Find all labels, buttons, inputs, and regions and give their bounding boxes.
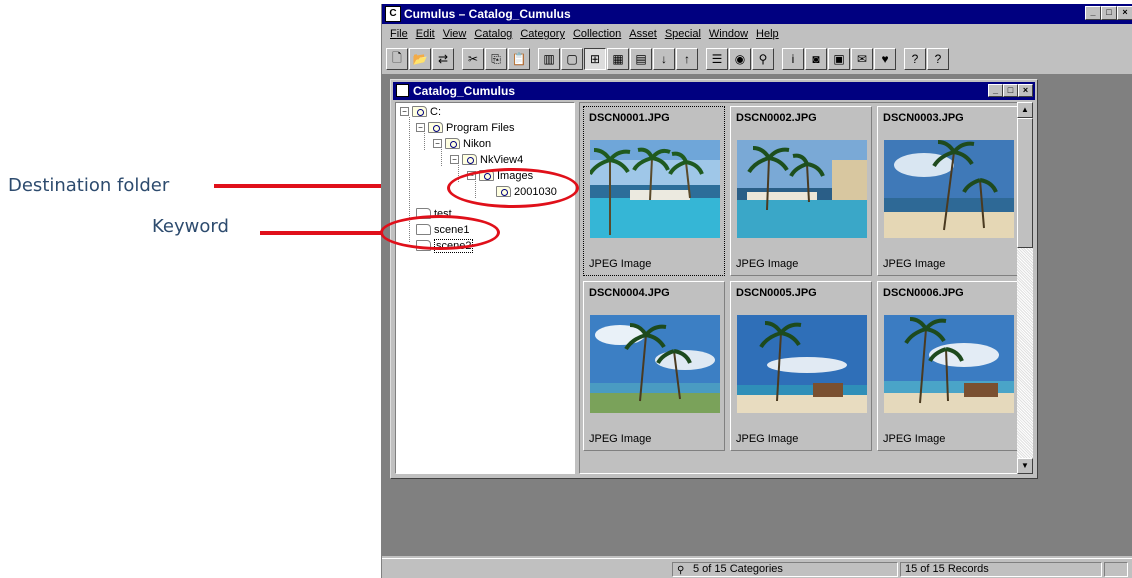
callout-keyword: Keyword — [152, 216, 229, 237]
category-folder-icon — [412, 106, 427, 117]
catalog-title-bar[interactable]: Catalog_Cumulus _ □ × — [393, 82, 1035, 100]
view-single-icon[interactable]: ▢ — [561, 48, 583, 70]
tree-node-scene1[interactable]: scene1 — [416, 222, 469, 237]
tree-node-images[interactable]: − Images — [467, 168, 533, 183]
menu-view[interactable]: View — [439, 28, 471, 40]
catalog-system-icon[interactable] — [396, 84, 409, 97]
collapse-icon[interactable]: − — [450, 155, 459, 164]
scrollbar-thumb[interactable] — [1017, 118, 1033, 248]
menu-category[interactable]: Category — [516, 28, 569, 40]
tree-node-scene2[interactable]: scene2 — [416, 238, 474, 253]
new-icon[interactable]: 🗋 — [386, 48, 408, 70]
app-minimize-button[interactable]: _ — [1085, 6, 1101, 20]
collapse-icon[interactable]: − — [400, 107, 409, 116]
catalog-title: Catalog_Cumulus — [413, 84, 516, 98]
category-folder-icon — [428, 122, 443, 133]
folder-icon — [416, 240, 431, 251]
menu-catalog[interactable]: Catalog — [470, 28, 516, 40]
view-grid-large-icon[interactable]: ▦ — [607, 48, 629, 70]
status-extra — [1104, 562, 1128, 577]
collapse-icon[interactable]: − — [416, 123, 425, 132]
tree-node-test[interactable]: test — [416, 206, 452, 221]
catalog-minimize-button[interactable]: _ — [988, 84, 1003, 97]
status-records: 15 of 15 Records — [900, 562, 1102, 577]
thumbnail-image — [590, 140, 720, 238]
menu-special[interactable]: Special — [661, 28, 705, 40]
heart-icon[interactable]: ♥ — [874, 48, 896, 70]
menu-window[interactable]: Window — [705, 28, 752, 40]
thumbnail-item[interactable]: DSCN0005.JPG JPEG Image — [730, 281, 872, 451]
cumulus-app-window: C Cumulus – Catalog_Cumulus _ □ × File E… — [381, 4, 1132, 578]
catalog-maximize-button[interactable]: □ — [1003, 84, 1018, 97]
open-icon[interactable]: 📂 — [409, 48, 431, 70]
gallery-scrollbar[interactable]: ▲ ▼ — [1017, 102, 1033, 474]
folder-icon — [416, 208, 431, 219]
thumbnail-image — [737, 315, 867, 413]
category-folder-icon — [496, 186, 511, 197]
collapse-icon[interactable]: − — [433, 139, 442, 148]
context-help-icon[interactable]: ? — [904, 48, 926, 70]
thumbnail-gallery: DSCN0001.JPG JPEG Image DSCN0002.JPG JPE… — [579, 102, 1023, 474]
app-system-icon[interactable]: C — [385, 6, 401, 22]
folder-icon — [416, 224, 431, 235]
mdi-workspace: Catalog_Cumulus _ □ × − C: − Program Fil… — [382, 74, 1132, 556]
camera-icon[interactable]: ◙ — [805, 48, 827, 70]
callout-line-keyword — [260, 231, 382, 235]
status-bar: ⚲ 5 of 15 Categories 15 of 15 Records — [382, 558, 1132, 578]
paste-icon[interactable]: 📋 — [508, 48, 530, 70]
thumbnail-item[interactable]: DSCN0004.JPG JPEG Image — [583, 281, 725, 451]
app-close-button[interactable]: × — [1117, 6, 1132, 20]
category-folder-icon — [479, 170, 494, 181]
cut-icon[interactable]: ✂ — [462, 48, 484, 70]
sort-ascending-icon[interactable]: ↓ — [653, 48, 675, 70]
mail-icon[interactable]: ✉ — [851, 48, 873, 70]
thumbnail-item[interactable]: DSCN0003.JPG JPEG Image — [877, 106, 1019, 276]
thumbnail-item[interactable]: DSCN0006.JPG JPEG Image — [877, 281, 1019, 451]
menu-file[interactable]: File — [386, 28, 412, 40]
scroll-down-icon[interactable]: ▼ — [1017, 458, 1033, 474]
app-title: Cumulus – Catalog_Cumulus — [404, 7, 571, 21]
catalog-window: Catalog_Cumulus _ □ × − C: − Program Fil… — [390, 79, 1038, 479]
thumbnail-image — [590, 315, 720, 413]
tree-node-drive[interactable]: − C: — [400, 104, 441, 119]
thumbnail-item[interactable]: DSCN0001.JPG JPEG Image — [583, 106, 725, 276]
scroll-up-icon[interactable]: ▲ — [1017, 102, 1033, 118]
toolbar: 🗋 📂 ⇄ ✂ ⎘ 📋 ▥ ▢ ⊞ ▦ ▤ ↓ ↑ ☰ ◉ ⚲ i ◙ ▣ ✉ … — [386, 46, 1126, 72]
thumbnail-image — [884, 140, 1014, 238]
tree-node-nikon[interactable]: − Nikon — [433, 136, 491, 151]
menu-asset[interactable]: Asset — [625, 28, 661, 40]
find-icon[interactable]: ⚲ — [752, 48, 774, 70]
copy-icon[interactable]: ⎘ — [485, 48, 507, 70]
menu-edit[interactable]: Edit — [412, 28, 439, 40]
menu-bar: File Edit View Catalog Category Collecti… — [382, 25, 1132, 43]
app-maximize-button[interactable]: □ — [1101, 6, 1117, 20]
app-title-bar[interactable]: C Cumulus – Catalog_Cumulus _ □ × — [382, 4, 1132, 24]
thumbnail-image — [737, 140, 867, 238]
view-details-icon[interactable]: ▤ — [630, 48, 652, 70]
sort-descending-icon[interactable]: ↑ — [676, 48, 698, 70]
properties-icon[interactable]: ☰ — [706, 48, 728, 70]
category-folder-icon — [445, 138, 460, 149]
category-tree: − C: − Program Files − Nikon − NkView4 −… — [395, 102, 575, 474]
menu-collection[interactable]: Collection — [569, 28, 625, 40]
swap-icon[interactable]: ⇄ — [432, 48, 454, 70]
help-icon[interactable]: ? — [927, 48, 949, 70]
menu-help[interactable]: Help — [752, 28, 783, 40]
category-folder-icon — [462, 154, 477, 165]
globe-icon[interactable]: ◉ — [729, 48, 751, 70]
collapse-icon[interactable]: − — [467, 171, 476, 180]
tree-node-program-files[interactable]: − Program Files — [416, 120, 514, 135]
status-categories: ⚲ 5 of 15 Categories — [672, 562, 898, 577]
category-status-icon: ⚲ — [677, 565, 685, 576]
tree-node-nkview4[interactable]: − NkView4 — [450, 152, 523, 167]
tree-node-date-folder[interactable]: 2001030 — [496, 184, 557, 199]
view-list-icon[interactable]: ▥ — [538, 48, 560, 70]
thumbnail-image — [884, 315, 1014, 413]
catalog-close-button[interactable]: × — [1018, 84, 1033, 97]
view-grid-small-icon[interactable]: ⊞ — [584, 48, 606, 70]
callout-destination-folder: Destination folder — [8, 175, 170, 196]
preview-icon[interactable]: ▣ — [828, 48, 850, 70]
thumbnail-item[interactable]: DSCN0002.JPG JPEG Image — [730, 106, 872, 276]
info-icon[interactable]: i — [782, 48, 804, 70]
